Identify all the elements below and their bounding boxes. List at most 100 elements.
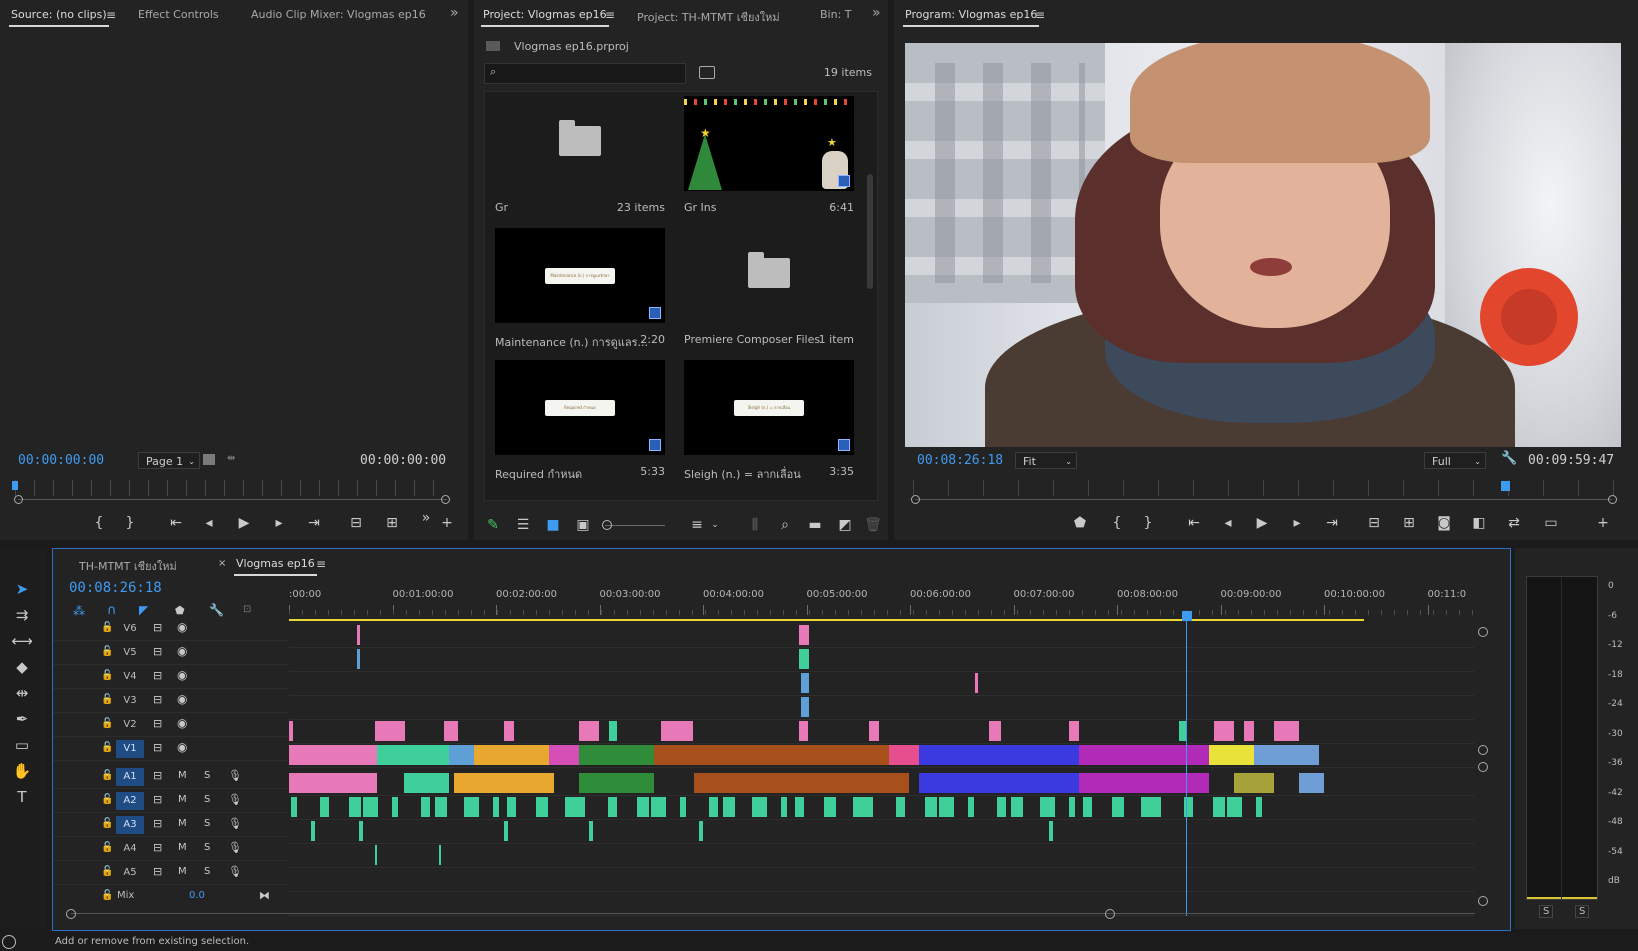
video-clip[interactable]: [989, 721, 1001, 741]
video-clip[interactable]: [474, 745, 549, 765]
insert-nest-icon[interactable]: ⁂: [73, 604, 85, 618]
video-clip[interactable]: [1069, 721, 1079, 741]
solo-button[interactable]: S: [204, 818, 210, 829]
sync-lock-icon[interactable]: ⊟: [153, 717, 162, 730]
lock-icon[interactable]: 🔓: [101, 794, 113, 805]
video-clip[interactable]: [654, 745, 889, 765]
audio-clip[interactable]: [651, 797, 666, 817]
scroll-handle-left[interactable]: [14, 495, 23, 504]
vscroll-handle[interactable]: [1478, 627, 1488, 637]
timeline-ruler[interactable]: :00:00 00:01:00:00 00:02:00:00 00:03:00:00 0…: [289, 577, 1474, 619]
project-scrollbar[interactable]: [867, 174, 873, 289]
razor-tool-icon[interactable]: ◆: [11, 656, 33, 678]
panel-menu-icon[interactable]: ≡: [316, 557, 326, 571]
video-clip[interactable]: [1209, 745, 1254, 765]
sync-lock-icon[interactable]: ⊟: [153, 865, 162, 878]
tab-project-th-mtmt[interactable]: Project: TH-MTMT เชียงใหม่: [637, 8, 780, 26]
video-clip[interactable]: [375, 721, 405, 741]
lock-icon[interactable]: 🔓: [101, 670, 113, 681]
microphone-icon[interactable]: 🎙: [228, 865, 242, 878]
video-clip[interactable]: [661, 721, 693, 741]
tab-timeline-th-mtmt[interactable]: TH-MTMT เชียงใหม่: [79, 557, 177, 575]
ripple-edit-tool-icon[interactable]: ⟷: [11, 630, 33, 652]
captions-icon[interactable]: ⊡: [243, 604, 251, 615]
eye-icon[interactable]: ◉: [177, 740, 187, 754]
video-clip[interactable]: [377, 745, 449, 765]
scroll-handle-left[interactable]: [911, 495, 920, 504]
program-playhead[interactable]: [1500, 481, 1510, 491]
microphone-icon[interactable]: 🎙: [228, 817, 242, 830]
video-clip[interactable]: [889, 745, 919, 765]
panel-overflow-icon[interactable]: »: [450, 5, 459, 21]
button-overflow-icon[interactable]: »: [415, 508, 437, 528]
audio-clip[interactable]: [1083, 797, 1092, 817]
audio-clip[interactable]: [919, 773, 1079, 793]
lock-icon[interactable]: 🔓: [101, 842, 113, 853]
hand-tool-icon[interactable]: ✋: [11, 760, 33, 782]
sync-lock-icon[interactable]: ⊟: [153, 741, 162, 754]
play-icon[interactable]: ▶: [1251, 513, 1273, 533]
video-clip[interactable]: [799, 625, 809, 645]
microphone-icon[interactable]: 🎙: [228, 769, 242, 782]
automate-icon[interactable]: ⫼: [744, 515, 766, 535]
add-button-icon[interactable]: +: [436, 513, 458, 533]
audio-clip[interactable]: [723, 797, 735, 817]
source-playhead[interactable]: [12, 481, 18, 490]
tab-effect-controls[interactable]: Effect Controls: [138, 8, 219, 21]
sync-lock-icon[interactable]: ⊟: [153, 769, 162, 782]
zoom-slider[interactable]: [605, 525, 665, 526]
mute-button[interactable]: M: [178, 866, 187, 877]
audio-clip[interactable]: [375, 845, 377, 865]
sync-lock-icon[interactable]: ⊟: [153, 621, 162, 634]
search-input[interactable]: ⌕: [484, 63, 686, 84]
track-name[interactable]: A4: [116, 840, 144, 858]
audio-clip[interactable]: [579, 773, 654, 793]
vscroll-handle[interactable]: [1478, 745, 1488, 755]
audio-clip[interactable]: [1155, 797, 1161, 817]
vscroll-handle[interactable]: [1478, 896, 1488, 906]
audio-clip[interactable]: [565, 797, 580, 817]
mark-in-icon[interactable]: {: [88, 513, 110, 533]
audio-clip[interactable]: [311, 821, 315, 841]
audio-clip[interactable]: [464, 797, 479, 817]
panel-overflow-icon[interactable]: »: [872, 5, 881, 21]
audio-clip[interactable]: [795, 797, 804, 817]
audio-clip[interactable]: [291, 797, 297, 817]
mark-out-icon[interactable]: }: [119, 513, 141, 533]
eye-icon[interactable]: ◉: [177, 620, 187, 634]
sync-lock-icon[interactable]: ⊟: [153, 693, 162, 706]
scroll-handle-right[interactable]: [441, 495, 450, 504]
sync-lock-icon[interactable]: ⊟: [153, 793, 162, 806]
program-scrollbar[interactable]: [915, 499, 1612, 500]
add-marker-icon[interactable]: ⬟: [1069, 513, 1091, 533]
sync-lock-icon[interactable]: ⊟: [153, 645, 162, 658]
panel-menu-icon[interactable]: ≡: [605, 8, 615, 22]
lock-icon[interactable]: 🔓: [101, 818, 113, 829]
audio-clip[interactable]: [1011, 797, 1023, 817]
mute-button[interactable]: M: [178, 794, 187, 805]
lock-icon[interactable]: 🔓: [101, 646, 113, 657]
audio-clip[interactable]: [439, 845, 441, 865]
audio-clip[interactable]: [1234, 773, 1274, 793]
sync-lock-icon[interactable]: ⊟: [153, 817, 162, 830]
sync-lock-icon[interactable]: ⊟: [153, 669, 162, 682]
delete-icon[interactable]: 🗑: [862, 515, 884, 535]
sync-lock-icon[interactable]: ⊟: [153, 841, 162, 854]
list-view-icon[interactable]: ☰: [512, 515, 534, 535]
wrench-icon[interactable]: 🔧: [1501, 451, 1517, 466]
timeline-timecode[interactable]: 00:08:26:18: [69, 580, 162, 596]
track-name[interactable]: A5: [116, 864, 144, 882]
trim-icon[interactable]: ⇹: [227, 453, 235, 464]
scroll-handle-right[interactable]: [1608, 495, 1617, 504]
new-bin-icon[interactable]: ▬: [804, 515, 826, 535]
video-clip[interactable]: [1254, 745, 1319, 765]
video-clip[interactable]: [1244, 721, 1254, 741]
track-name[interactable]: V4: [116, 668, 144, 686]
audio-clip[interactable]: [939, 797, 954, 817]
icon-view-icon[interactable]: ■: [542, 515, 564, 535]
mute-button[interactable]: M: [178, 818, 187, 829]
selection-tool-icon[interactable]: ➤: [11, 578, 33, 600]
solo-button[interactable]: S: [204, 794, 210, 805]
settings-wrench-icon[interactable]: 🔧: [209, 603, 224, 617]
chevron-down-icon[interactable]: ⌄: [704, 515, 726, 535]
